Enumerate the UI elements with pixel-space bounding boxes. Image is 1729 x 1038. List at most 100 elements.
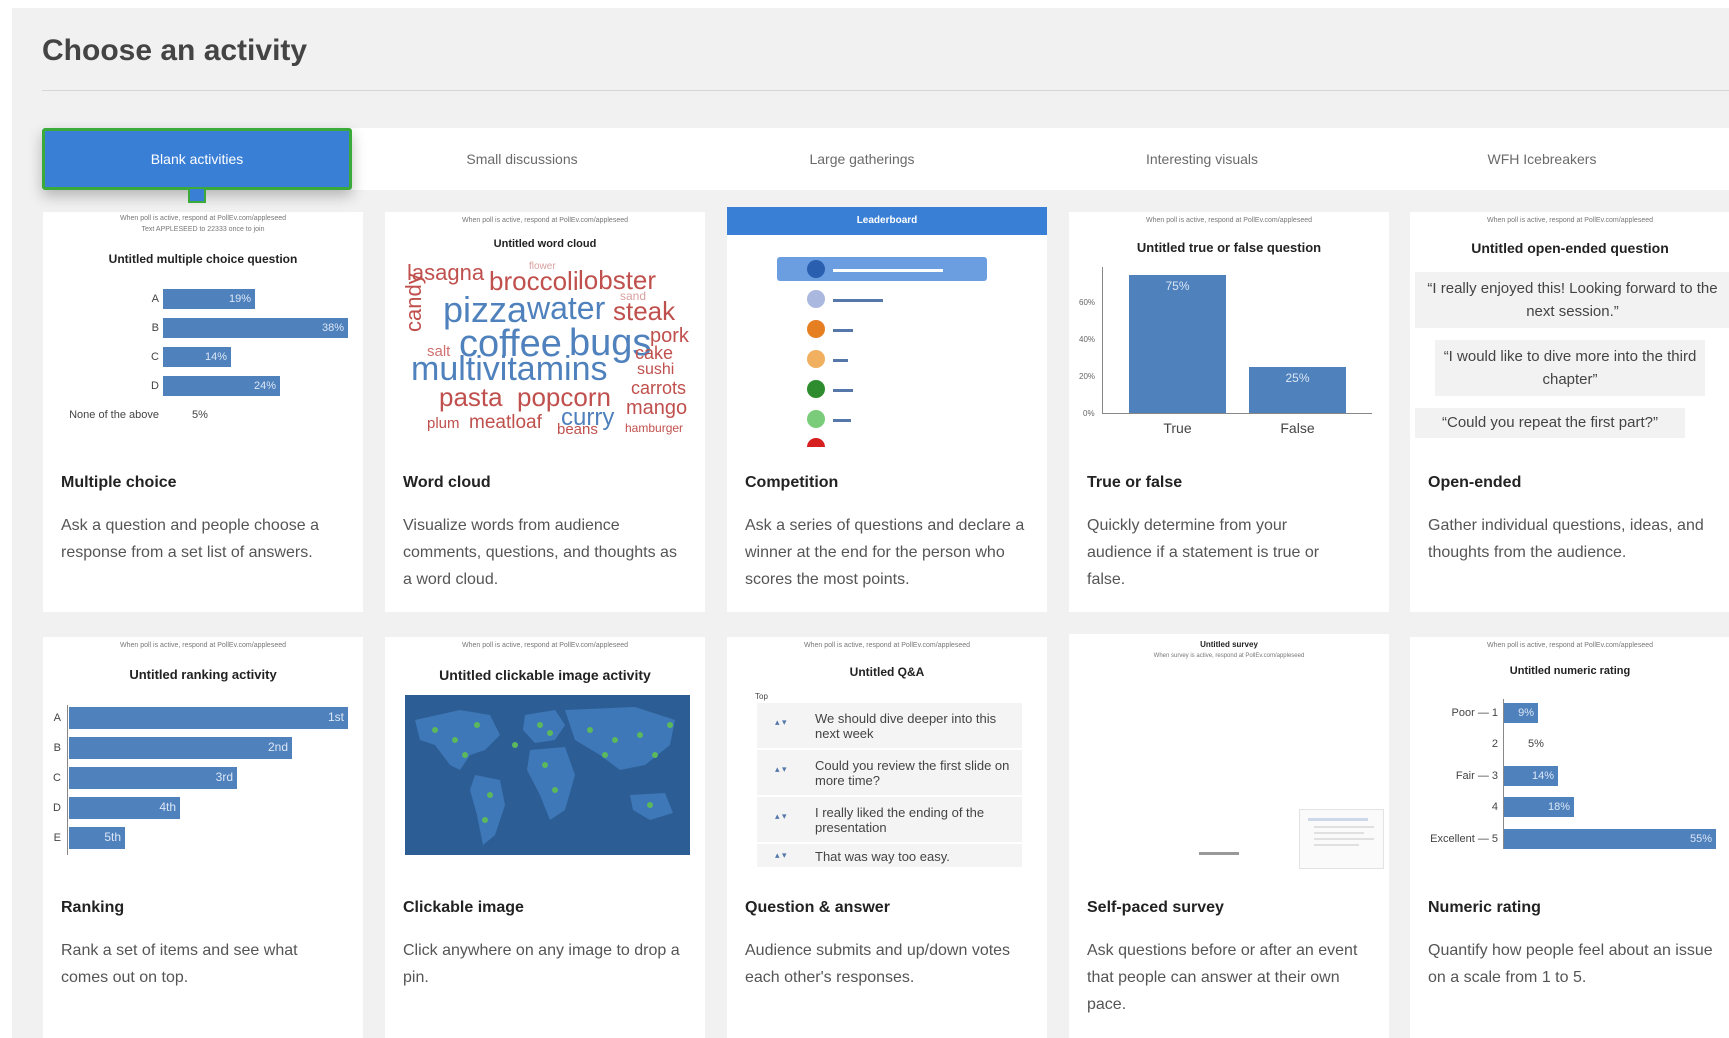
card-title: Self-paced survey (1087, 899, 1224, 916)
activity-card-multiple-choice[interactable]: When poll is active, respond at PollEv.c… (43, 212, 363, 612)
leaderboard-row (777, 435, 987, 447)
card-description: Quickly determine from your audience if … (1087, 517, 1320, 588)
word: mango (626, 397, 688, 419)
rank-label: D (53, 802, 61, 814)
option-label: A (151, 293, 159, 305)
tab-blank-activities[interactable]: Blank activities (42, 128, 352, 203)
competition-preview: Leaderboard (727, 207, 1047, 447)
rank-bar: 4th (69, 797, 180, 819)
rank-bar: 2nd (69, 737, 292, 759)
option-bar: 38% (163, 318, 348, 338)
card-title: Open-ended (1428, 474, 1522, 491)
word: multivitamins (411, 350, 608, 388)
activity-card-true-false[interactable]: When poll is active, respond at PollEv.c… (1069, 212, 1389, 612)
avatar (807, 320, 825, 338)
respond-instructions: When poll is active, respond at PollEv.c… (1145, 217, 1312, 224)
vote-controls: ▴ ▾ (775, 850, 787, 860)
tab-label: Interesting visuals (1145, 151, 1259, 167)
rank-bar: 1st (69, 707, 348, 729)
numeric-rating-preview: When poll is active, respond at PollEv.c… (1410, 637, 1729, 867)
question-row: ▴ ▾ Could you review the first slide on … (757, 750, 1022, 795)
preview-title: Untitled true or false question (1136, 240, 1322, 255)
rank-label: A (53, 712, 61, 724)
card-description: Rank a set of items and see what comes o… (61, 942, 298, 986)
activity-card-self-paced-survey[interactable]: Untitled survey When survey is active, r… (1069, 634, 1389, 1038)
card-description: Gather individual questions, ideas, and … (1428, 517, 1704, 561)
multiple-choice-preview: When poll is active, respond at PollEv.c… (43, 212, 363, 442)
page-title: Choose an activity (42, 34, 308, 67)
tab-label: Small discussions (466, 151, 578, 167)
word-cloud-preview: When poll is active, respond at PollEv.c… (385, 212, 705, 442)
activity-card-open-ended[interactable]: When poll is active, respond at PollEv.c… (1410, 212, 1729, 612)
activity-card-competition[interactable]: Leaderboard Competition Ask a series of … (727, 207, 1047, 612)
survey-thumbnail (1299, 809, 1384, 869)
leaderboard-header: Leaderboard (727, 207, 1047, 235)
score-bar (833, 299, 883, 302)
activity-card-clickable-image[interactable]: When poll is active, respond at PollEv.c… (385, 637, 705, 1038)
word: steak (613, 296, 676, 326)
card-description: Quantify how people feel about an issue … (1428, 942, 1713, 986)
tab-wfh-icebreakers[interactable]: WFH Icebreakers (1372, 128, 1712, 190)
preview-title: Untitled open-ended question (1471, 240, 1669, 256)
option-bar: 24% (163, 376, 280, 396)
false-bar: 25% (1249, 367, 1346, 413)
avatar (807, 260, 825, 278)
preview-title: Untitled Q&A (849, 665, 925, 679)
category-tabs: Blank activities Small discussions Large… (42, 128, 1729, 203)
preview-title: Untitled multiple choice question (108, 252, 298, 266)
respond-instructions: When poll is active, respond at PollEv.c… (1486, 642, 1653, 649)
question-text: That was way too easy. (815, 849, 950, 864)
true-bar: 75% (1129, 275, 1226, 413)
rating-label: Fair — 3 (1455, 770, 1498, 782)
x-label: False (1280, 420, 1315, 436)
card-title: Competition (745, 474, 839, 491)
word: hamburger (625, 421, 684, 435)
tab-interesting-visuals[interactable]: Interesting visuals (1032, 128, 1372, 190)
preview-title: Untitled ranking activity (129, 667, 277, 682)
card-title: True or false (1087, 474, 1183, 491)
question-row: ▴ ▾ I really liked the ending of the pre… (757, 797, 1022, 842)
y-tick: 0% (1083, 409, 1095, 418)
leaderboard-row (777, 347, 987, 371)
option-label: D (151, 380, 159, 392)
question-text: Could you review the first slide on more… (815, 758, 1010, 788)
avatar (807, 290, 825, 308)
avatar (807, 438, 825, 447)
card-title: Clickable image (403, 899, 524, 916)
activity-card-word-cloud[interactable]: When poll is active, respond at PollEv.c… (385, 212, 705, 612)
activity-card-question-answer[interactable]: When poll is active, respond at PollEv.c… (727, 637, 1047, 1038)
survey-progress-mark (1199, 852, 1239, 855)
rating-label: Excellent — 5 (1430, 833, 1498, 845)
avatar (807, 350, 825, 368)
card-description: Ask questions before or after an event t… (1087, 942, 1358, 1013)
rank-label: B (53, 742, 61, 754)
score-bar (833, 359, 848, 362)
open-ended-preview: When poll is active, respond at PollEv.c… (1410, 212, 1729, 442)
activity-card-numeric-rating[interactable]: When poll is active, respond at PollEv.c… (1410, 637, 1729, 1038)
y-axis (1102, 267, 1103, 414)
respond-instructions: When poll is active, respond at PollEv.c… (803, 642, 970, 649)
option-label: C (151, 351, 159, 363)
card-title: Ranking (61, 899, 125, 916)
leaderboard-row (777, 257, 987, 281)
tab-small-discussions[interactable]: Small discussions (352, 128, 692, 190)
respond-instructions: When poll is active, respond at PollEv.c… (1486, 217, 1653, 224)
y-tick: 60% (1079, 298, 1096, 307)
card-title: Word cloud (403, 474, 491, 491)
vote-controls: ▴ ▾ (775, 717, 787, 727)
preview-title: Untitled clickable image activity (439, 667, 651, 683)
activity-card-ranking[interactable]: When poll is active, respond at PollEv.c… (43, 637, 363, 1038)
y-axis (67, 705, 68, 855)
score-bar (833, 269, 943, 272)
preview-title: Untitled word cloud (493, 238, 597, 250)
respond-instructions: When poll is active, respond at PollEv.c… (119, 215, 286, 222)
question-row: ▴ ▾ That was way too easy. (757, 844, 1022, 867)
card-title: Question & answer (745, 899, 890, 916)
leaderboard-row (777, 377, 987, 401)
clickable-image-preview: When poll is active, respond at PollEv.c… (385, 637, 705, 867)
tab-large-gatherings[interactable]: Large gatherings (692, 128, 1032, 190)
card-description: Audience submits and up/down votes each … (745, 942, 1011, 986)
x-axis (1102, 413, 1372, 414)
preview-title: Untitled numeric rating (1509, 665, 1631, 677)
respond-instructions: When poll is active, respond at PollEv.c… (461, 642, 628, 649)
